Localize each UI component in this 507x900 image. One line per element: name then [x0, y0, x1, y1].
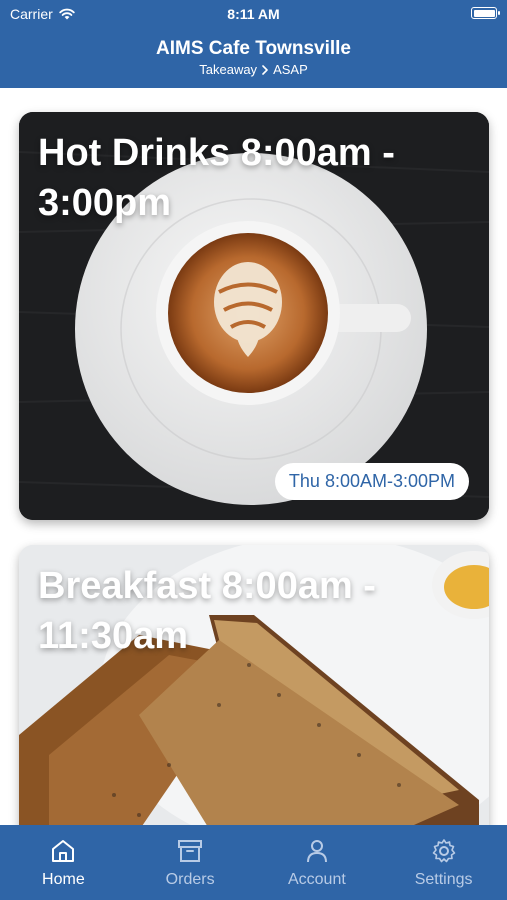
gear-icon — [432, 839, 455, 863]
tab-label: Home — [42, 871, 85, 888]
battery-icon — [471, 7, 500, 19]
tab-label: Orders — [165, 871, 215, 888]
chevron-right-icon — [262, 64, 268, 75]
tab-home[interactable]: Home — [0, 825, 127, 900]
tab-settings[interactable]: Settings — [380, 825, 507, 900]
tab-account[interactable]: Account — [254, 825, 381, 900]
menu-title: Hot Drinks 8:00am - 3:00pm — [38, 132, 395, 224]
order-time-label: ASAP — [273, 62, 308, 77]
archive-box-icon — [178, 840, 203, 862]
menu-title: Breakfast 8:00am - 11:30am — [38, 565, 376, 657]
tab-label: Account — [287, 871, 346, 888]
tab-label: Settings — [414, 871, 473, 888]
hours-badge: Thu 8:00AM-3:00PM — [274, 463, 469, 500]
menu-card-hot-drinks[interactable]: Hot Drinks 8:00am - 3:00pm Thu 8:00AM-3:… — [19, 112, 489, 520]
tab-orders[interactable]: Orders — [127, 825, 254, 900]
menu-card-breakfast[interactable]: Breakfast 8:00am - 11:30am — [19, 545, 489, 845]
home-icon — [52, 840, 75, 862]
person-icon — [306, 840, 327, 863]
order-mode-selector[interactable]: Takeaway ASAP — [0, 62, 507, 77]
order-type-label: Takeaway — [199, 62, 258, 77]
status-bar: Carrier 8:11 AM — [0, 0, 507, 28]
page-title: AIMS Cafe Townsville — [156, 38, 351, 59]
clock: 8:11 AM — [227, 6, 280, 22]
app-header: Carrier 8:11 AM AIMS Cafe Townsville Tak… — [0, 0, 507, 88]
bottom-tab-bar: Home Orders Account Settings — [0, 825, 507, 900]
